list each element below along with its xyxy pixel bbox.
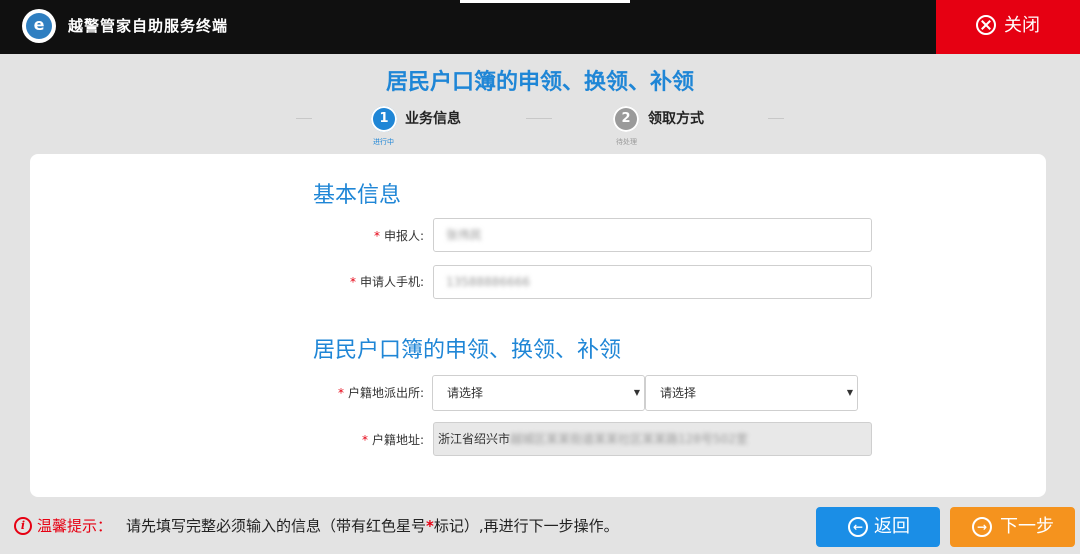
- dropdown-caret-icon: ▼: [633, 388, 640, 397]
- address-rest: 越城区某某街道某某社区某某路128号502室: [510, 432, 748, 446]
- close-button[interactable]: 关闭: [936, 0, 1080, 54]
- arrow-left-circle-icon: ←: [848, 517, 868, 537]
- app-title: 越警管家自助服务终端: [68, 17, 229, 35]
- applicant-value: 张伟民: [446, 228, 483, 242]
- phone-value: 13588886666: [446, 275, 530, 289]
- step-divider: [768, 118, 784, 119]
- page-title: 居民户口簿的申领、换领、补领: [385, 70, 694, 95]
- police-station-select-station[interactable]: 请选择 ▼: [645, 375, 858, 411]
- close-circle-icon: [976, 15, 996, 35]
- address-label: * 户籍地址:: [361, 433, 424, 447]
- applicant-input[interactable]: 张伟民: [433, 218, 872, 252]
- logo-letter: e: [33, 15, 45, 34]
- step-2-label: 领取方式: [648, 111, 704, 127]
- tip-label: 温馨提示：: [37, 517, 113, 535]
- dropdown-caret-icon: ▼: [846, 388, 853, 397]
- step-2-status: 待处理: [616, 138, 637, 146]
- step-1-circle: 1: [371, 106, 397, 132]
- police-station-label: * 户籍地派出所:: [337, 386, 424, 400]
- select-station-value: 请选择: [660, 386, 697, 400]
- step-divider: [526, 118, 552, 119]
- close-button-label: 关闭: [1004, 15, 1040, 36]
- step-1-label: 业务信息: [405, 111, 461, 127]
- top-bar: e 越警管家自助服务终端 关闭: [0, 0, 1080, 54]
- step-2-circle: 2: [613, 106, 639, 132]
- info-icon: i: [14, 517, 32, 535]
- section-title-basic-info: 基本信息: [313, 183, 402, 208]
- required-star: *: [361, 433, 368, 447]
- step-divider: [296, 118, 312, 119]
- select-district-value: 请选择: [447, 386, 484, 400]
- required-star: *: [426, 517, 434, 535]
- app-logo-icon: e: [22, 9, 56, 43]
- phone-label: * 申请人手机:: [349, 275, 424, 289]
- required-star: *: [337, 386, 344, 400]
- phone-input[interactable]: 13588886666: [433, 265, 872, 299]
- address-readonly-field: 浙江省绍兴市越城区某某街道某某社区某某路128号502室: [433, 422, 872, 456]
- step-1-status: 进行中: [373, 138, 394, 146]
- next-button-label: 下一步: [1000, 516, 1054, 537]
- top-notch-decoration: [460, 0, 630, 3]
- required-star: *: [349, 275, 356, 289]
- applicant-label: * 申报人:: [373, 229, 424, 243]
- address-prefix: 浙江省绍兴市: [438, 432, 511, 446]
- police-station-select-district[interactable]: 请选择 ▼: [432, 375, 645, 411]
- section-title-household: 居民户口簿的申领、换领、补领: [313, 338, 622, 363]
- back-button[interactable]: ← 返回: [816, 507, 940, 547]
- required-star: *: [373, 229, 380, 243]
- tip-text: 请先填写完整必须输入的信息（带有红色星号*标记）,再进行下一步操作。: [126, 517, 619, 535]
- arrow-right-circle-icon: →: [972, 517, 992, 537]
- form-panel: 基本信息 * 申报人: 张伟民 * 申请人手机: 13588886666 居民户口簿…: [30, 154, 1046, 497]
- next-button[interactable]: → 下一步: [950, 507, 1075, 547]
- back-button-label: 返回: [874, 516, 910, 537]
